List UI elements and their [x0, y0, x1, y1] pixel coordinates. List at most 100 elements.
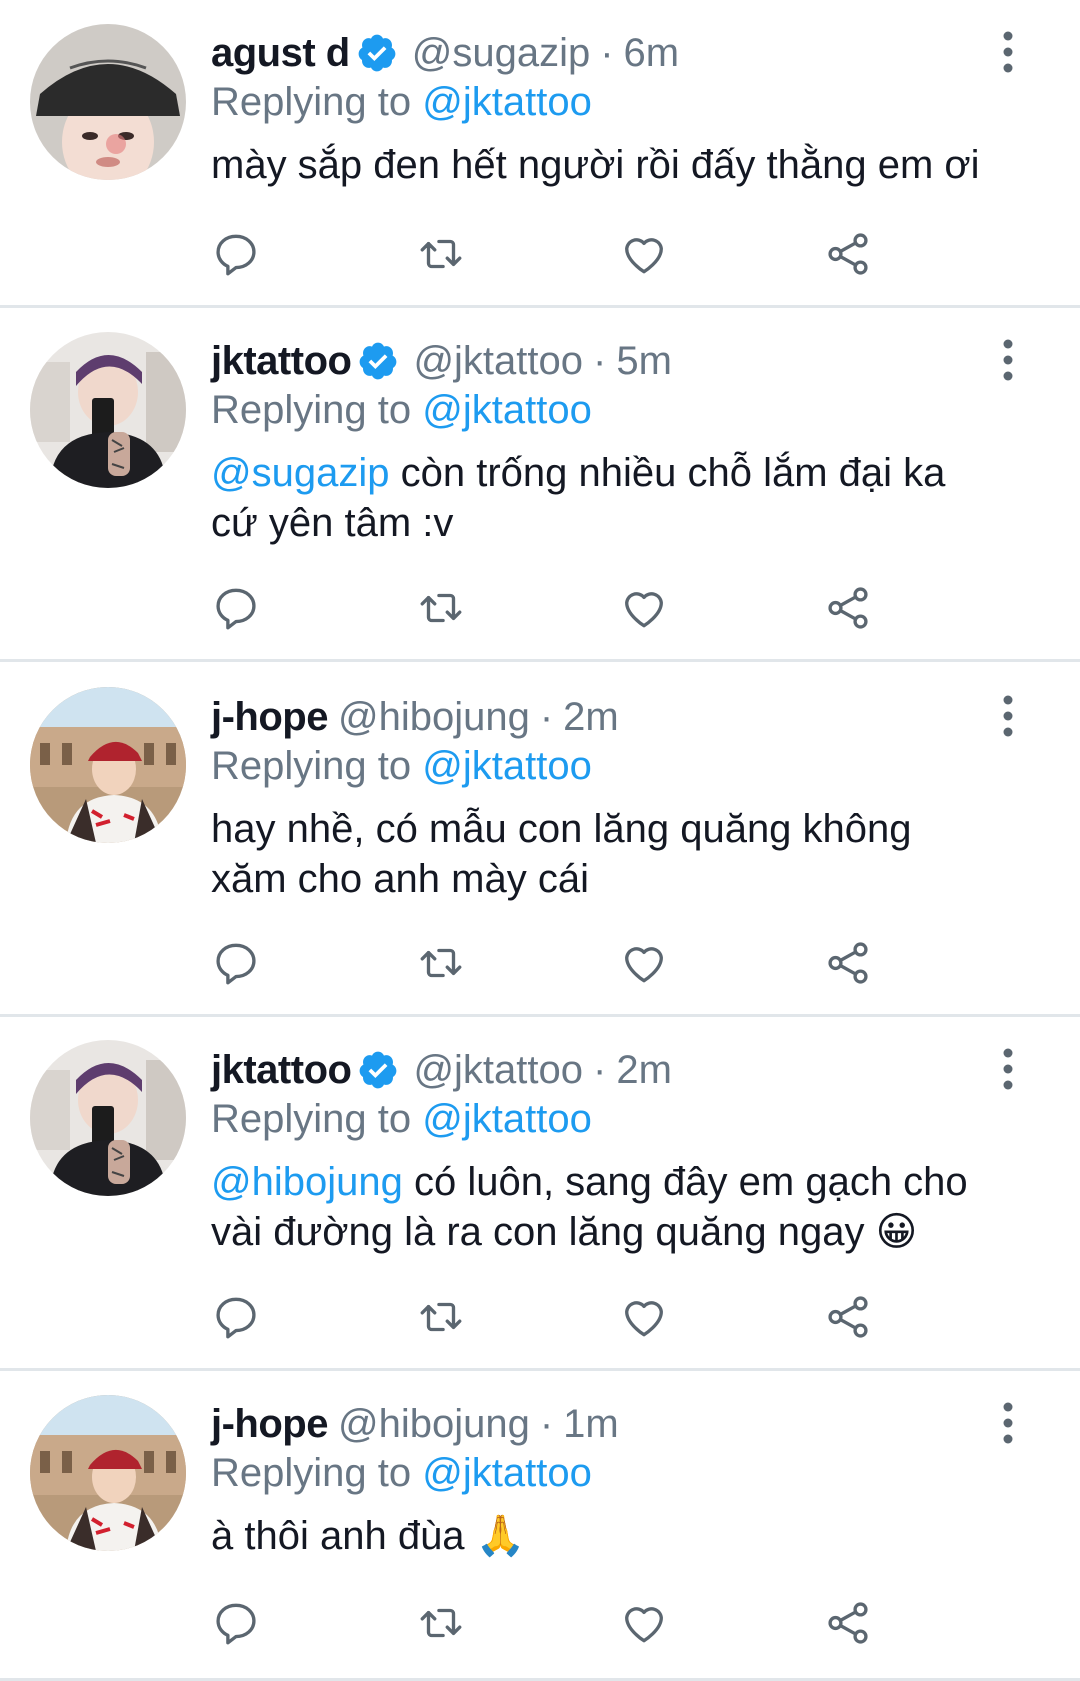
avatar[interactable] [30, 687, 186, 843]
tweet-text: @sugazip còn trống nhiều chỗ lắm đại ka … [211, 448, 1020, 548]
replying-prefix: Replying to [211, 1451, 412, 1495]
like-button[interactable] [614, 1287, 674, 1347]
reply-button[interactable] [206, 1593, 266, 1653]
heart-icon [625, 238, 663, 274]
replying-to-mention[interactable]: @jktattoo [422, 80, 592, 124]
reply-icon [216, 1603, 256, 1645]
handle[interactable]: @jktattoo [413, 336, 583, 386]
like-button[interactable] [614, 578, 674, 638]
separator-dot: · [593, 339, 607, 383]
avatar[interactable] [30, 24, 186, 180]
display-name[interactable]: j-hope [211, 692, 328, 742]
timestamp[interactable]: 6m [624, 28, 680, 78]
like-button[interactable] [614, 933, 674, 993]
display-name[interactable]: jktattoo [211, 336, 352, 386]
tweet-content: j-hope @hibojung · 1m Replying to @jktat… [211, 1399, 1020, 1561]
more-options-icon[interactable] [996, 1399, 1020, 1447]
reply-icon [216, 1297, 256, 1339]
retweet-button[interactable] [411, 224, 471, 284]
action-bar [211, 578, 891, 638]
replying-to-mention[interactable]: @jktattoo [422, 388, 592, 432]
action-bar [211, 1287, 891, 1347]
replying-to-mention[interactable]: @jktattoo [422, 1451, 592, 1495]
tweet-content: j-hope @hibojung · 2m Replying to @jktat… [211, 692, 1020, 904]
person-in-black-cap-avatar [30, 24, 186, 180]
mirror-selfie-avatar [30, 332, 186, 488]
tweet-content: jktattoo @jktattoo · 5m Replying to @jkt… [211, 336, 1020, 548]
timestamp[interactable]: 1m [563, 1399, 619, 1449]
tweet-content: agust d @sugazip · 6m Replying to @jktat… [211, 28, 1020, 190]
share-button[interactable] [818, 224, 878, 284]
replying-to-line: Replying to @jktattoo [211, 742, 1020, 790]
share-button[interactable] [818, 1287, 878, 1347]
retweet-icon [420, 1608, 462, 1638]
handle[interactable]: @hibojung [338, 1399, 530, 1449]
avatar[interactable] [30, 1395, 186, 1551]
person-in-red-cap-avatar [30, 687, 186, 843]
tweet-header: jktattoo @jktattoo · 2m [211, 1045, 1020, 1095]
handle[interactable]: @sugazip [412, 28, 590, 78]
more-options-icon[interactable] [996, 1045, 1020, 1093]
replying-to-line: Replying to @jktattoo [211, 1449, 1020, 1497]
share-button[interactable] [818, 578, 878, 638]
tweet[interactable]: agust d @sugazip · 6m Replying to @jktat… [0, 0, 1080, 308]
replying-prefix: Replying to [211, 80, 412, 124]
replying-to-line: Replying to @jktattoo [211, 386, 1020, 434]
avatar[interactable] [30, 1040, 186, 1196]
retweet-button[interactable] [411, 1287, 471, 1347]
retweet-icon [420, 948, 462, 978]
reply-button[interactable] [206, 933, 266, 993]
timestamp[interactable]: 5m [616, 336, 672, 386]
handle[interactable]: @jktattoo [413, 1045, 583, 1095]
retweet-button[interactable] [411, 578, 471, 638]
separator-dot: · [539, 695, 554, 739]
separator-dot: · [539, 1402, 554, 1446]
replying-to-mention[interactable]: @jktattoo [422, 1097, 592, 1141]
body-mention[interactable]: @sugazip [211, 451, 389, 495]
replying-to-mention[interactable]: @jktattoo [422, 744, 592, 788]
share-icon [828, 233, 868, 275]
reply-icon [216, 588, 256, 630]
verified-badge-icon [360, 1051, 397, 1089]
tweet[interactable]: jktattoo @jktattoo · 5m Replying to @jkt… [0, 308, 1080, 662]
share-button[interactable] [818, 933, 878, 993]
display-name[interactable]: jktattoo [211, 1045, 352, 1095]
tweet-text: à thôi anh đùa 🙏 [211, 1511, 1020, 1561]
more-options-icon[interactable] [996, 336, 1020, 384]
display-name[interactable]: agust d [211, 28, 350, 78]
more-options-icon[interactable] [996, 28, 1020, 76]
tweet-text: hay nhề, có mẫu con lăng quăng không xăm… [211, 804, 1020, 904]
retweet-icon [420, 1302, 462, 1332]
retweet-button[interactable] [411, 1593, 471, 1653]
tweet[interactable]: j-hope @hibojung · 2m Replying to @jktat… [0, 662, 1080, 1017]
timestamp[interactable]: 2m [563, 692, 619, 742]
avatar[interactable] [30, 332, 186, 488]
person-in-red-cap-avatar [30, 1395, 186, 1551]
share-button[interactable] [818, 1593, 878, 1653]
like-button[interactable] [614, 224, 674, 284]
replying-to-line: Replying to @jktattoo [211, 1095, 1020, 1143]
timestamp[interactable]: 2m [616, 1045, 672, 1095]
heart-icon [625, 592, 663, 628]
tweet[interactable]: j-hope @hibojung · 1m Replying to @jktat… [0, 1371, 1080, 1681]
mirror-selfie-avatar [30, 1040, 186, 1196]
separator-dot: · [600, 31, 614, 75]
retweet-button[interactable] [411, 933, 471, 993]
tweet-thread: agust d @sugazip · 6m Replying to @jktat… [0, 0, 1080, 1681]
tweet[interactable]: jktattoo @jktattoo · 2m Replying to @jkt… [0, 1017, 1080, 1371]
tweet-header: j-hope @hibojung · 1m [211, 1399, 1020, 1449]
verified-badge-icon [360, 342, 397, 380]
verified-badge-icon [358, 34, 396, 72]
replying-prefix: Replying to [211, 388, 412, 432]
more-options-icon[interactable] [996, 692, 1020, 740]
reply-button[interactable] [206, 1287, 266, 1347]
like-button[interactable] [614, 1593, 674, 1653]
handle[interactable]: @hibojung [338, 692, 530, 742]
replying-to-line: Replying to @jktattoo [211, 78, 1020, 126]
heart-icon [625, 1301, 663, 1337]
share-icon [828, 1602, 868, 1644]
display-name[interactable]: j-hope [211, 1399, 328, 1449]
reply-button[interactable] [206, 578, 266, 638]
body-mention[interactable]: @hibojung [211, 1160, 403, 1204]
reply-button[interactable] [206, 224, 266, 284]
